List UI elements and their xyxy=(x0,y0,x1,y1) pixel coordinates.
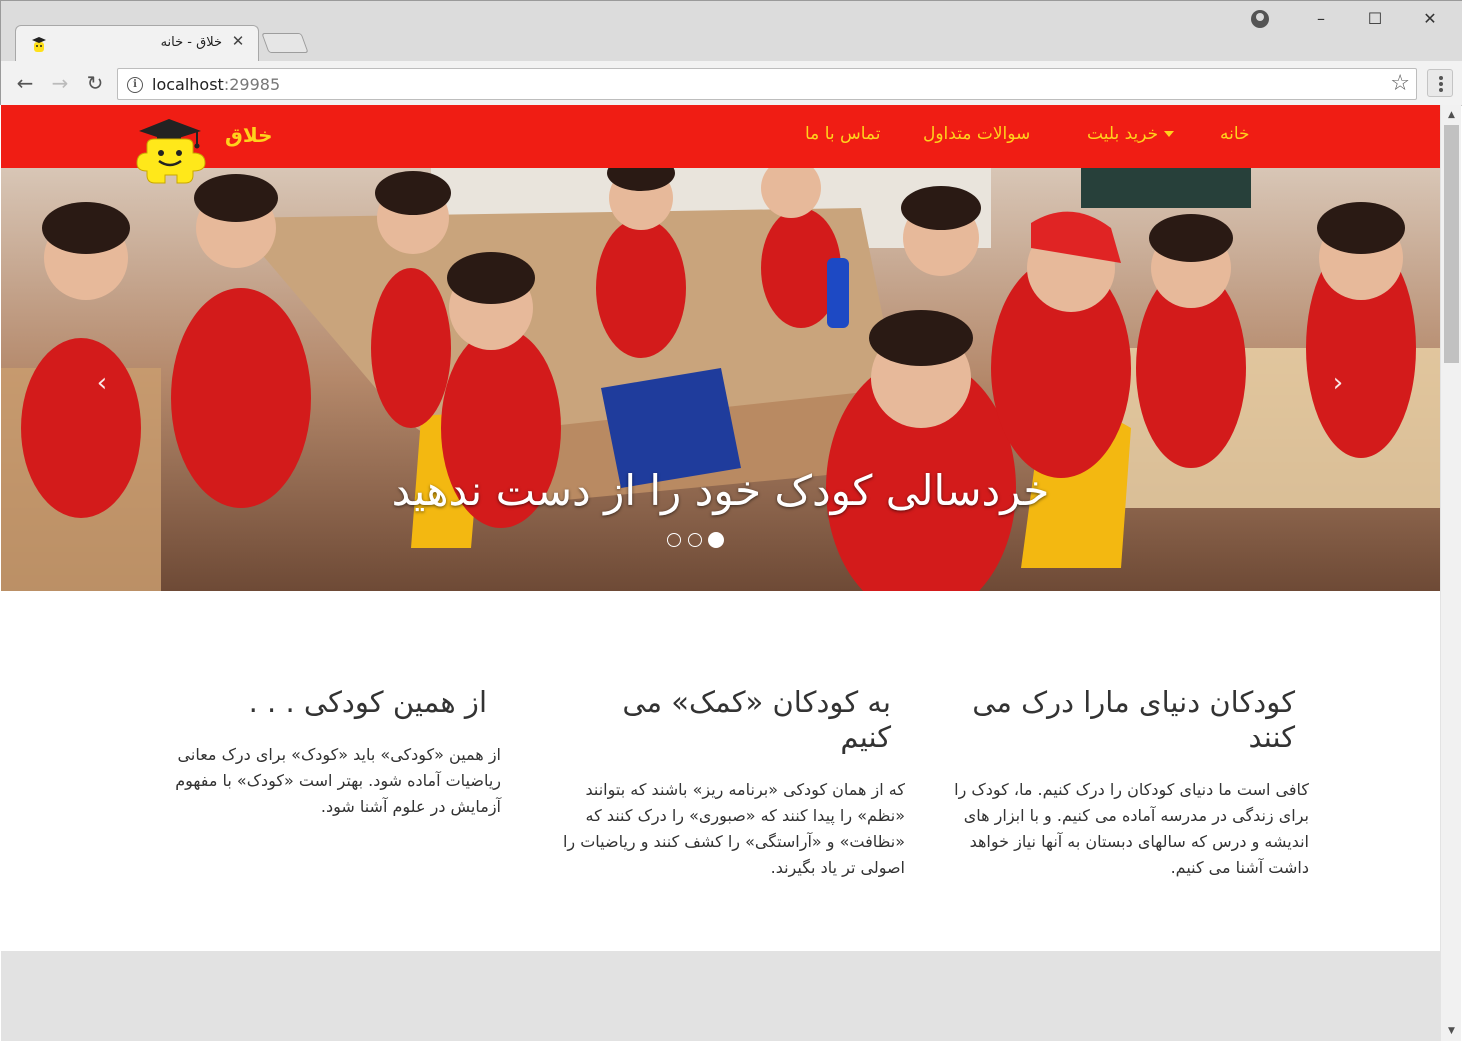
feature-title: کودکان دنیای مارا درک می کنند xyxy=(972,685,1295,754)
brand-logo-icon[interactable] xyxy=(133,113,209,185)
url-port: :29985 xyxy=(223,75,281,94)
tab-title: خلاق - خانه xyxy=(160,35,222,50)
back-icon[interactable]: ← xyxy=(11,69,39,97)
hero-caption: خردسالی کودک خود را از دست ندهید xyxy=(391,466,1050,515)
browser-menu-icon[interactable] xyxy=(1427,69,1453,97)
feature-column-1: کودکان دنیای مارا درک می کنند کافی است م… xyxy=(941,685,1309,881)
carousel-prev-icon[interactable]: ‹ xyxy=(87,363,117,403)
site-navbar: خلاق خانه خرید بلیت سوالات متداول تماس ب… xyxy=(1,105,1440,184)
page-viewport: خلاق خانه خرید بلیت سوالات متداول تماس ب… xyxy=(1,105,1440,1041)
url-text[interactable]: localhost:29985 xyxy=(152,75,280,94)
forward-icon[interactable]: → xyxy=(46,69,74,97)
nav-buy-ticket-label: خرید بلیت xyxy=(1087,124,1159,144)
hero-photo xyxy=(1,168,1440,591)
new-tab-button[interactable] xyxy=(261,33,309,53)
caret-down-icon xyxy=(1164,131,1175,137)
address-bar[interactable]: i localhost:29985 ☆ xyxy=(117,68,1417,100)
profile-icon[interactable] xyxy=(1251,10,1269,28)
carousel-dot-1[interactable] xyxy=(708,532,724,548)
page-footer xyxy=(1,951,1440,1041)
bookmark-star-icon[interactable]: ☆ xyxy=(1390,71,1410,96)
feature-text: که از همان کودکی «برنامه ریز» باشند که ب… xyxy=(562,780,905,877)
feature-text: از همین «کودکی» باید «کودک» برای درک معا… xyxy=(175,745,501,816)
minimize-icon[interactable]: – xyxy=(1298,1,1344,37)
feature-title: از همین کودکی . . . xyxy=(248,685,487,719)
feature-text: کافی است ما دنیای کودکان را درک کنیم. ما… xyxy=(954,780,1309,877)
nav-faq[interactable]: سوالات متداول xyxy=(923,124,1030,144)
info-icon[interactable]: i xyxy=(127,77,143,93)
vertical-scrollbar[interactable]: ▲ ▼ xyxy=(1440,105,1461,1041)
browser-window: خلاق - خانه ✕ – ☐ ✕ ← → ↻ i localhost:29… xyxy=(0,0,1462,106)
tab-close-icon[interactable]: ✕ xyxy=(230,33,246,49)
nav-buy-ticket[interactable]: خرید بلیت xyxy=(1087,124,1175,144)
window-close-icon[interactable]: ✕ xyxy=(1407,1,1453,37)
browser-tab[interactable]: خلاق - خانه ✕ xyxy=(15,25,259,61)
carousel-dot-2[interactable] xyxy=(688,533,702,547)
scrollbar-thumb[interactable] xyxy=(1444,125,1459,363)
feature-column-3: از همین کودکی . . . از همین «کودکی» باید… xyxy=(141,685,501,820)
scroll-up-icon[interactable]: ▲ xyxy=(1441,107,1462,123)
feature-title: به کودکان «کمک» می کنیم xyxy=(622,685,891,754)
feature-column-2: به کودکان «کمک» می کنیم که از همان کودکی… xyxy=(537,685,905,881)
nav-contact[interactable]: تماس با ما xyxy=(805,124,881,144)
tab-strip: خلاق - خانه ✕ – ☐ ✕ xyxy=(1,1,1462,61)
nav-home[interactable]: خانه xyxy=(1220,124,1250,144)
carousel-next-icon[interactable]: › xyxy=(1323,363,1353,403)
favicon-icon xyxy=(32,37,46,52)
reload-icon[interactable]: ↻ xyxy=(81,69,109,97)
hero-carousel: ‹ › خردسالی کودک خود را از دست ندهید xyxy=(1,168,1440,591)
maximize-icon[interactable]: ☐ xyxy=(1352,1,1398,37)
url-host: localhost xyxy=(152,75,224,94)
scroll-down-icon[interactable]: ▼ xyxy=(1441,1023,1462,1039)
carousel-dot-3[interactable] xyxy=(667,533,681,547)
brand-name[interactable]: خلاق xyxy=(225,123,272,147)
browser-toolbar: ← → ↻ i localhost:29985 ☆ xyxy=(1,61,1462,106)
